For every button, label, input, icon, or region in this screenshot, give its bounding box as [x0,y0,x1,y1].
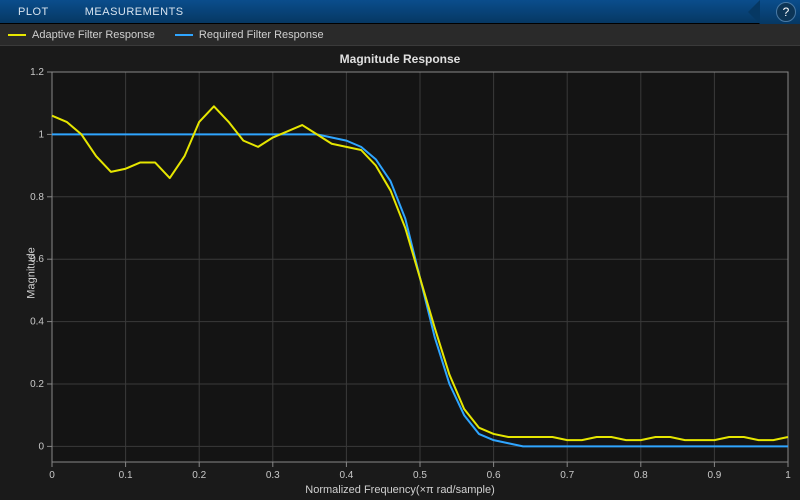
svg-text:0.7: 0.7 [560,470,574,481]
svg-text:0.6: 0.6 [487,470,501,481]
plot-area: Magnitude Response Magnitude Normalized … [0,46,800,500]
tab-measurements[interactable]: MEASUREMENTS [67,0,202,23]
toolbar-help-wrap: ? [760,0,800,24]
svg-text:1: 1 [38,129,44,140]
svg-text:0.4: 0.4 [339,470,353,481]
legend-swatch-adaptive [8,34,26,36]
legend-item-required[interactable]: Required Filter Response [175,29,324,41]
svg-text:0.6: 0.6 [30,254,44,265]
svg-text:0.9: 0.9 [707,470,721,481]
tab-plot[interactable]: PLOT [0,0,67,23]
svg-text:1: 1 [785,470,791,481]
help-button[interactable]: ? [776,2,796,22]
legend-item-adaptive[interactable]: Adaptive Filter Response [8,29,155,41]
legend-label: Required Filter Response [199,29,324,41]
svg-text:0.8: 0.8 [634,470,648,481]
svg-text:0.3: 0.3 [266,470,280,481]
svg-text:0.2: 0.2 [30,379,44,390]
svg-text:0.5: 0.5 [413,470,427,481]
svg-text:1.2: 1.2 [30,67,44,78]
legend: Adaptive Filter Response Required Filter… [0,24,800,46]
svg-text:0: 0 [38,441,44,452]
chart-svg: 0 0.1 0.2 0.3 0.4 0.5 0.6 0.7 0.8 0.9 1 0 0.2 0.4 0.6 0… [0,46,800,500]
legend-swatch-required [175,34,193,36]
svg-text:0.4: 0.4 [30,317,44,328]
toolbar: PLOT MEASUREMENTS ? [0,0,800,24]
svg-text:0.8: 0.8 [30,192,44,203]
legend-label: Adaptive Filter Response [32,29,155,41]
svg-text:0: 0 [49,470,55,481]
svg-text:0.1: 0.1 [119,470,133,481]
svg-text:0.2: 0.2 [192,470,206,481]
